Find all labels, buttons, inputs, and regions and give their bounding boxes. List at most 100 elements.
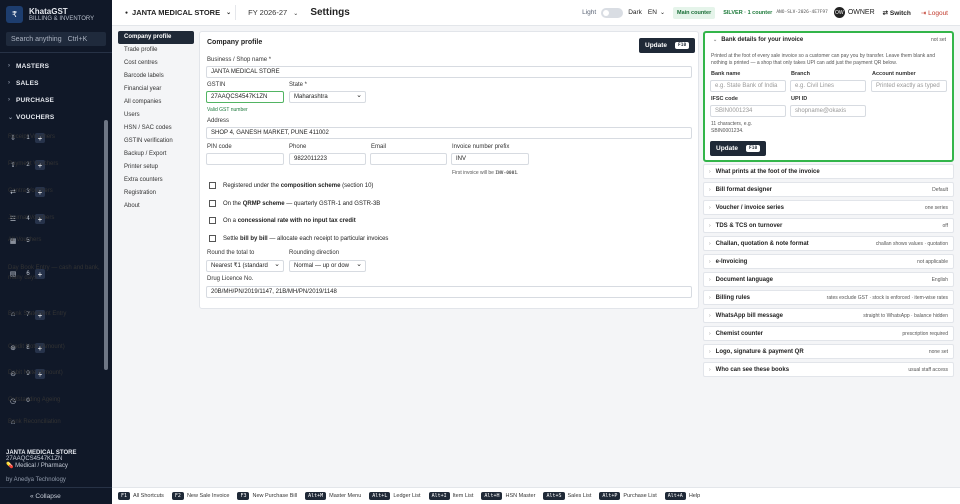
sidebar-item-10[interactable]: ⌂ Bank Reconciliation [0,418,102,428]
sidebar-item-9[interactable]: ◷ Outstanding Ageing 0 [0,391,102,411]
settings-nav-item[interactable]: Users [118,109,194,122]
concessional-checkbox[interactable]: On a concessional rate with no input tax… [209,217,356,224]
settings-nav-item[interactable]: Barcode labels [118,70,194,83]
shortcut-item[interactable]: Alt+P Purchase List [599,492,657,500]
settings-accordion[interactable]: › Billing rules rates exclude GST · stock … [703,290,954,305]
logout-button[interactable]: ⇥ Logout [921,9,948,17]
checkbox-box[interactable] [209,182,216,189]
sidebar-item-1[interactable]: ⇧ Payment Vouchers 2 + [0,155,102,175]
shortcut-item[interactable]: Alt+L Ledger List [369,492,421,500]
address-label: Address [207,118,230,124]
sidebar-item-2[interactable]: ⇄ Contra Vouchers 3 + [0,182,102,202]
settings-nav-item[interactable]: Company profile [118,31,194,44]
theme-toggle[interactable] [601,7,624,18]
search-input[interactable]: Search anything Ctrl+K [6,32,106,46]
shortcut-item[interactable]: Alt+I Item List [428,492,473,500]
language-selector[interactable]: EN ⌄ [648,9,665,16]
email-field[interactable] [370,153,447,165]
settings-nav-item[interactable]: Printer setup [118,161,194,174]
composition-checkbox[interactable]: Registered under the composition scheme … [209,182,373,189]
pin-field[interactable] [206,153,284,165]
shortcut-item[interactable]: F1 All Shortcuts [118,492,164,500]
settings-nav-item[interactable]: Financial year [118,83,194,96]
settings-accordion[interactable]: › Document language English [703,272,954,287]
address-field[interactable]: SHOP 4, GANESH MARKET, PUNE 411002 [206,127,692,139]
user-menu[interactable]: OW OWNER [833,7,875,18]
company-profile-panel: Company profile Update F10 Business / Sh… [199,31,699,309]
settings-accordion[interactable]: › WhatsApp bill message straight to WhatsA… [703,308,954,323]
brand-logo-icon: ₹ [6,5,23,23]
sidebar-section-purchase[interactable]: › PURCHASE [0,92,104,108]
collapse-button[interactable]: « Collapse [0,487,112,504]
bill-by-bill-checkbox[interactable]: Settle bill by bill — allocate each rece… [209,235,388,242]
settings-accordion[interactable]: › TDS & TCS on turnover off [703,218,954,233]
business-name-field[interactable]: JANTA MEDICAL STORE [206,66,692,78]
bank-update-button[interactable]: Update F10 [710,141,767,156]
accordion-status: one series [924,204,948,211]
sidebar-section-vouchers[interactable]: ⌄ VOUCHERS [0,109,104,125]
sidebar-section-label: VOUCHERS [16,113,55,121]
bank-name-field[interactable]: e.g. State Bank of India [710,80,786,92]
settings-accordion[interactable]: › Challan, quotation & note format challan… [703,236,954,251]
sidebar-item-3[interactable]: ☰ Journal Vouchers 4 + [0,209,102,229]
fy-selector[interactable]: FY 2026-27 ⌄ [248,8,298,17]
checkbox-box[interactable] [209,235,216,242]
shortcut-item[interactable]: Alt+A Help [664,492,700,500]
settings-nav-item[interactable]: Registration [118,187,194,200]
settings-accordion[interactable]: › Bill format designer Default [703,182,954,197]
settings-nav-item[interactable]: Trade profile [118,44,194,57]
settings-nav-item[interactable]: GSTIN verification [118,135,194,148]
qrmp-checkbox[interactable]: On the QRMP scheme — quarterly GSTR-1 an… [209,200,380,207]
settings-nav-item[interactable]: Backup / Export [118,148,194,161]
ifsc-field[interactable]: SBIN0001234 [710,105,786,117]
rounding-direction-select[interactable]: Normal — up or dow [289,260,366,272]
gstin-field[interactable]: 27AAQCS4547K1ZN [206,91,284,103]
store-selector[interactable]: ● JANTA MEDICAL STORE ⌄ [121,5,237,20]
topbar: ● JANTA MEDICAL STORE ⌄ FY 2026-27 ⌄ Set… [112,0,960,26]
update-button[interactable]: Update F10 [639,38,696,53]
branch-field[interactable]: e.g. Civil Lines [790,80,866,92]
accordion-status: usual staff access [908,366,948,373]
checkbox-box[interactable] [209,217,216,224]
settings-accordion[interactable]: › Who can see these books usual staff acce… [703,362,954,377]
settings-accordion[interactable]: › What prints at the foot of the invoice [703,164,954,179]
sidebar-item-6[interactable]: ⌂ Bank Statement Entry 7 + [0,300,102,330]
state-select[interactable]: Maharashtra [289,91,366,103]
sidebar-item-8[interactable]: ⊖ Debit Note (Amount) 9 + [0,364,102,384]
sidebar-section-sales[interactable]: › SALES [0,75,104,91]
drug-licence-field[interactable]: 20B/MH/PN/2019/1147, 21B/MH/PN/2019/1148 [206,286,692,298]
settings-nav-item[interactable]: Cost centres [118,57,194,70]
sidebar-item-4[interactable]: ▦ All Vouchers 5 [0,236,102,246]
prefix-field[interactable]: INV [451,153,529,165]
upi-field[interactable]: shopname@okaxis [790,105,866,117]
settings-nav-item[interactable]: HSN / SAC codes [118,122,194,135]
phone-field[interactable]: 9822011223 [289,153,366,165]
settings-accordion[interactable]: › e-Invoicing not applicable [703,254,954,269]
settings-accordion[interactable]: › Chemist counter prescription required [703,326,954,341]
sidebar-item-0[interactable]: ⇩ Receipt Vouchers 1 + [0,128,102,148]
shortcut-item[interactable]: Alt+M Master Menu [305,492,361,500]
shortcut-item[interactable]: Alt+H HSN Master [481,492,535,500]
pill-icon: 💊 [6,463,14,469]
sidebar-item-label: Bank Reconciliation [8,419,61,426]
sidebar-item-5[interactable]: ▤ Day Book Entry — cash and bank, many da… [0,254,102,294]
settings-nav-item[interactable]: Extra counters [118,174,194,187]
chevron-down-icon: ⌄ [659,10,665,16]
sidebar-item-7[interactable]: ⊕ Credit Note (Amount) 8 + [0,338,102,358]
shortcut-item[interactable]: F2 New Sale Invoice [171,492,229,500]
settings-nav-item[interactable]: All companies [118,96,194,109]
accordion-title: Billing rules [715,294,751,301]
sidebar-scrollbar[interactable] [104,120,108,370]
settings-accordion[interactable]: › Voucher / invoice series one series [703,200,954,215]
switch-button[interactable]: ⇄ Switch [883,9,911,17]
shortcut-item[interactable]: F3 New Purchase Bill [237,492,297,500]
settings-nav-item[interactable]: About [118,200,194,213]
account-number-field[interactable]: Printed exactly as typed [871,80,947,92]
settings-accordion[interactable]: › Logo, signature & payment QR none set [703,344,954,359]
round-select[interactable]: Nearest ₹1 (standard [206,260,284,272]
shortcut-key: F1 [118,492,131,500]
checkbox-box[interactable] [209,200,216,207]
shortcut-item[interactable]: Alt+S Sales List [543,492,591,500]
sidebar-section-masters[interactable]: › MASTERS [0,58,104,74]
bank-panel-title[interactable]: ⌄ Bank details for your invoice [713,37,803,43]
